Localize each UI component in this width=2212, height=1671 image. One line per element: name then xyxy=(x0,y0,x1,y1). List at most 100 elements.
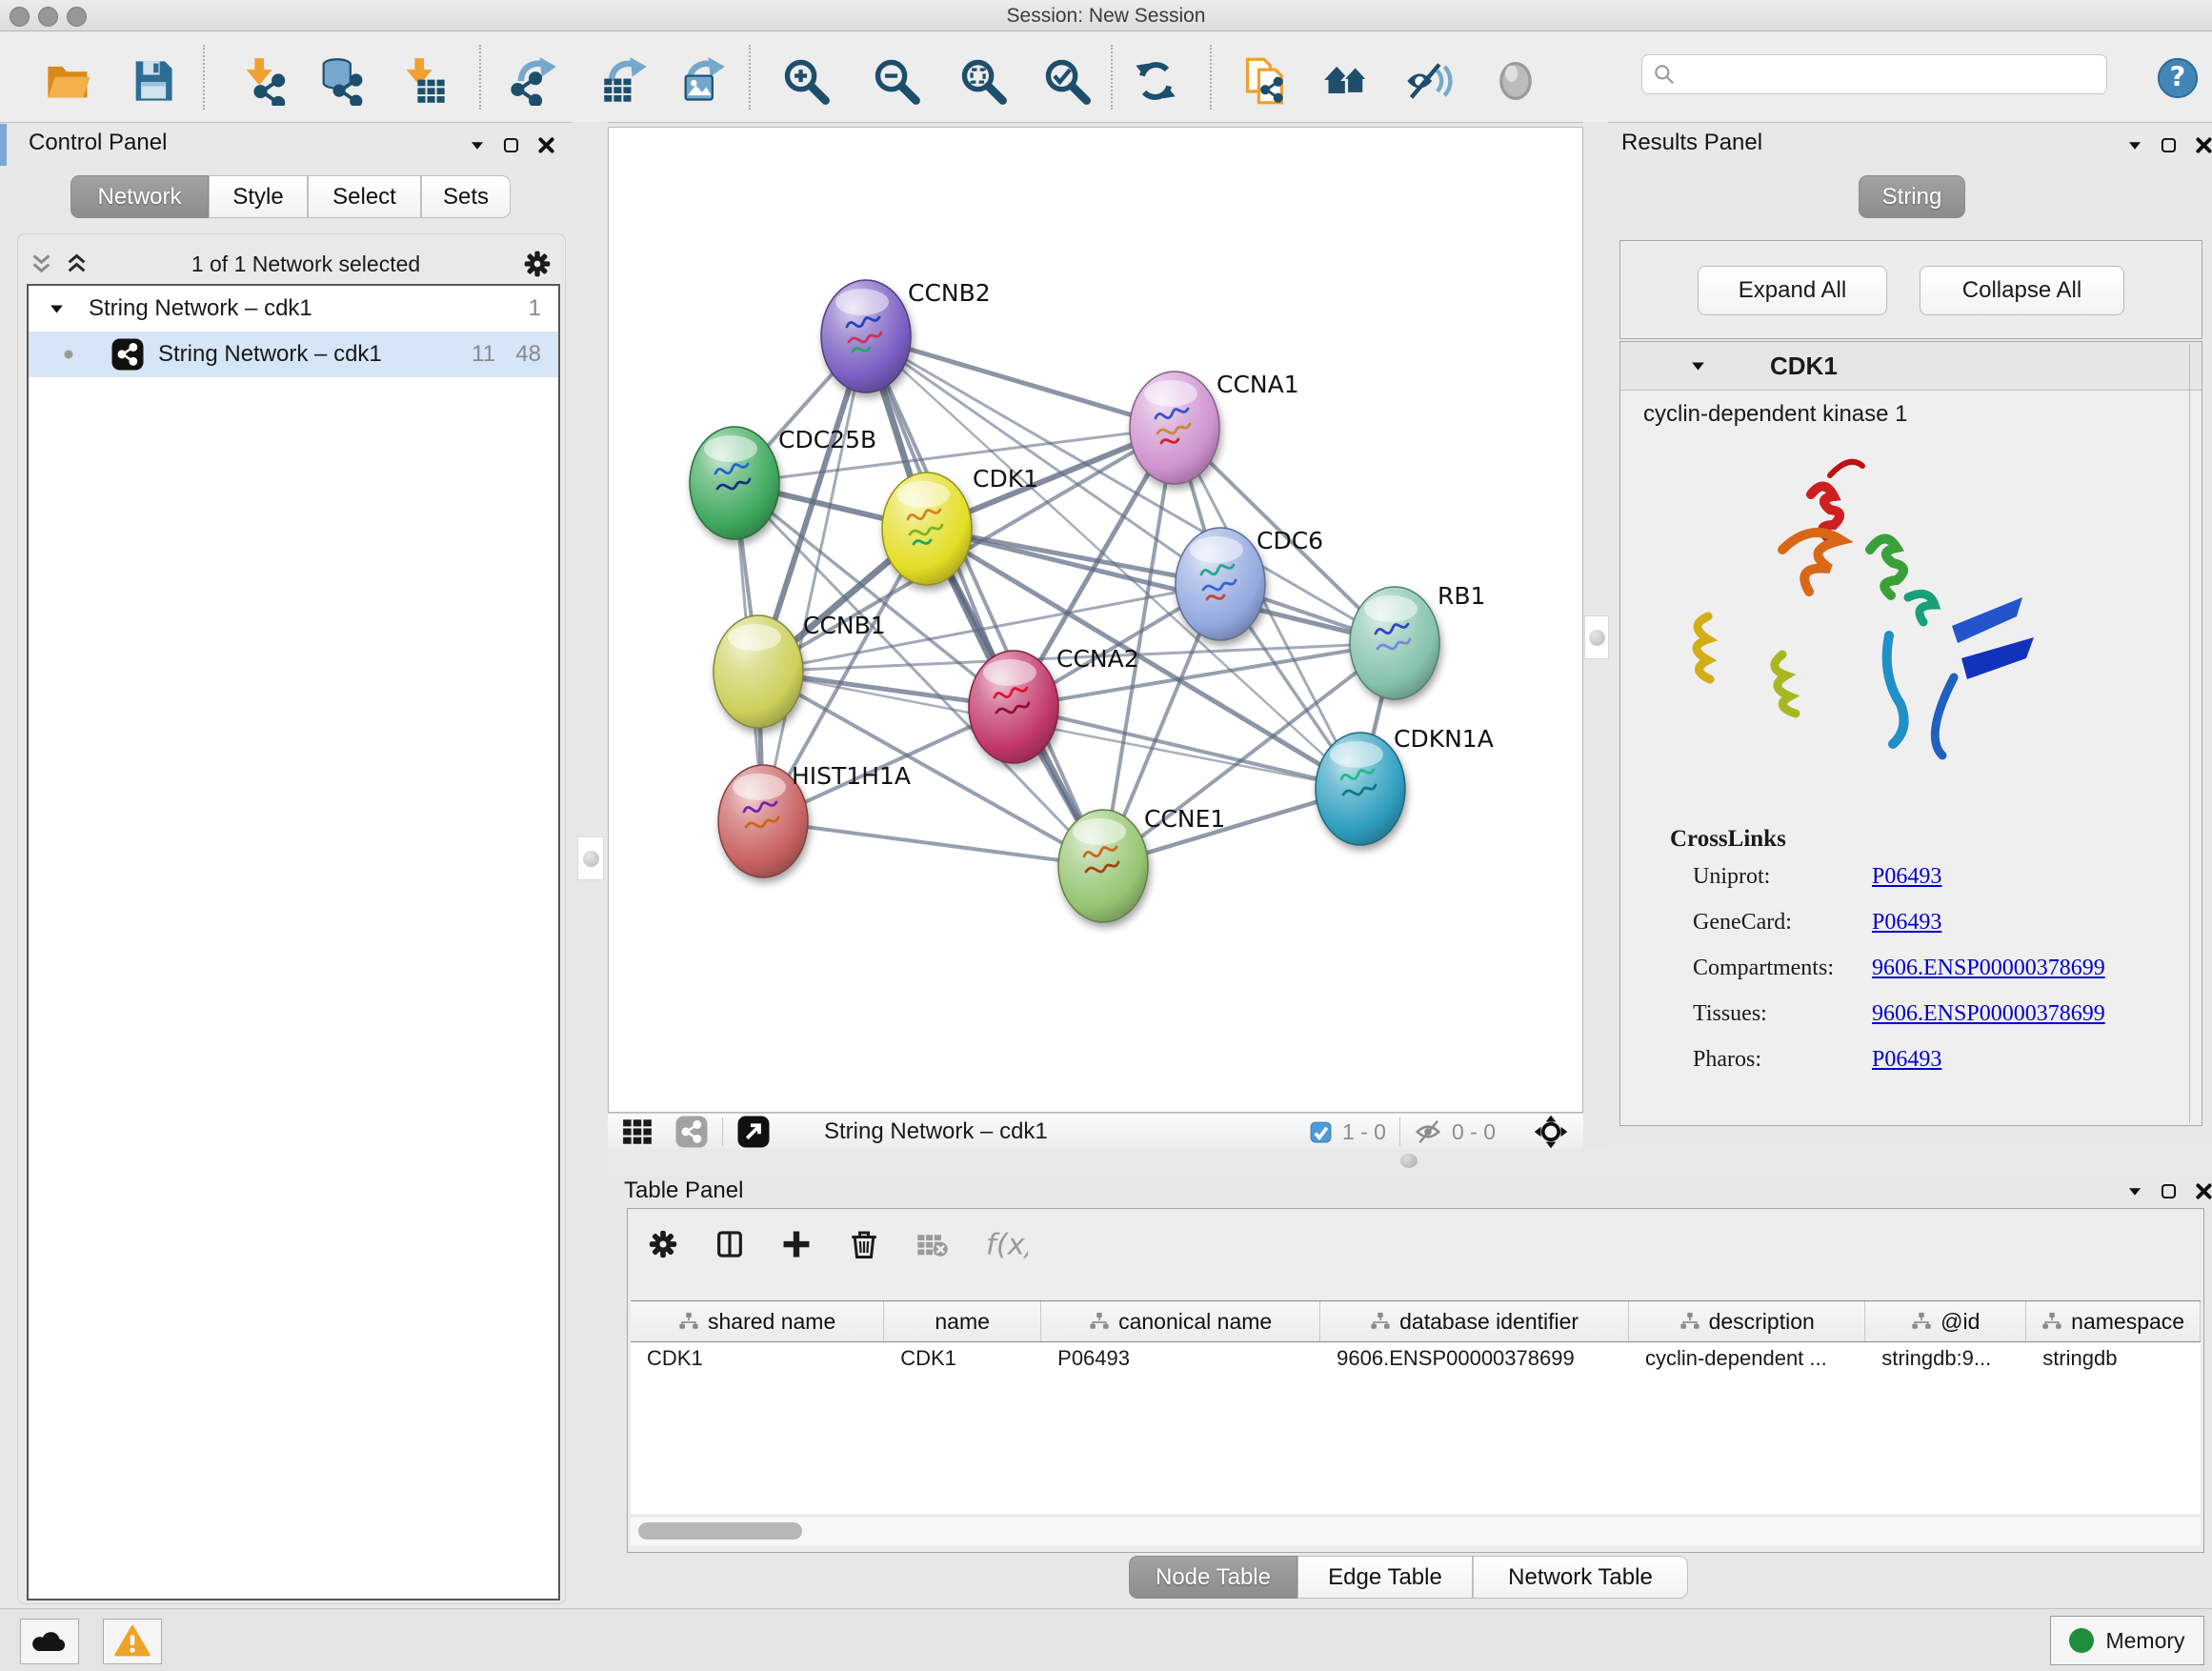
help-button[interactable]: ? xyxy=(2156,56,2200,100)
network-node-CDK1[interactable] xyxy=(882,473,972,585)
zoom-out-icon[interactable] xyxy=(870,54,923,108)
chevrons-up-icon[interactable] xyxy=(64,252,90,277)
eye-gray-icon[interactable] xyxy=(1489,54,1542,108)
import-table-icon[interactable] xyxy=(396,54,450,108)
column-header[interactable]: canonical name xyxy=(1041,1301,1320,1341)
save-icon[interactable] xyxy=(126,54,179,108)
home-icon[interactable] xyxy=(1320,54,1374,108)
network-node-CCNA1[interactable] xyxy=(1130,372,1219,484)
table-del-icon[interactable] xyxy=(915,1227,950,1261)
section-caret-icon[interactable] xyxy=(1689,357,1707,375)
plus-icon[interactable] xyxy=(780,1228,813,1260)
crosslink-link[interactable]: 9606.ENSP00000378699 xyxy=(1872,956,2105,981)
table-cell[interactable]: cyclin-dependent ... xyxy=(1629,1340,1865,1377)
export-image-icon[interactable] xyxy=(675,54,729,108)
network-edge[interactable] xyxy=(1014,707,1360,789)
tab-sets[interactable]: Sets xyxy=(421,175,511,218)
table-cell[interactable]: P06493 xyxy=(1041,1340,1320,1377)
fx-icon[interactable]: f(x) xyxy=(984,1222,1028,1266)
search-input[interactable] xyxy=(1677,62,2090,87)
cloud-button[interactable] xyxy=(20,1619,79,1664)
network-edge[interactable] xyxy=(866,336,1175,428)
close-panel-icon[interactable] xyxy=(2194,135,2212,155)
tab-edge-table[interactable]: Edge Table xyxy=(1297,1556,1473,1599)
memory-button[interactable]: Memory xyxy=(2050,1616,2204,1665)
expand-all-button[interactable]: Expand All xyxy=(1698,266,1887,315)
column-header[interactable]: shared name xyxy=(631,1301,884,1341)
clone-network-icon[interactable] xyxy=(1239,54,1293,108)
import-database-icon[interactable] xyxy=(313,54,367,108)
float-panel-icon[interactable] xyxy=(501,135,521,155)
tab-node-table[interactable]: Node Table xyxy=(1129,1556,1297,1599)
table-cell[interactable]: 9606.ENSP00000378699 xyxy=(1320,1340,1629,1377)
zoom-fit-icon[interactable] xyxy=(956,54,1010,108)
tab-string[interactable]: String xyxy=(1859,175,1965,218)
grid-view-icon[interactable] xyxy=(621,1116,654,1148)
chevrons-down-icon[interactable] xyxy=(29,252,54,277)
column-header[interactable]: description xyxy=(1629,1301,1865,1341)
tab-network-table[interactable]: Network Table xyxy=(1473,1556,1688,1599)
network-node-CCNB1[interactable] xyxy=(714,615,803,728)
hide-eye-icon[interactable] xyxy=(1402,54,1456,108)
trash-icon[interactable] xyxy=(847,1227,881,1261)
scrollbar-thumb[interactable] xyxy=(638,1522,802,1540)
zoom-selected-icon[interactable] xyxy=(1040,54,1094,108)
collapse-all-button[interactable]: Collapse All xyxy=(1920,266,2124,315)
share-view-icon[interactable] xyxy=(674,1115,709,1149)
warnings-button[interactable] xyxy=(103,1619,162,1664)
results-scrollbar[interactable] xyxy=(2189,344,2190,1123)
zoom-in-icon[interactable] xyxy=(779,54,833,108)
left-splitter-handle[interactable] xyxy=(577,836,604,880)
column-header[interactable]: database identifier xyxy=(1320,1301,1629,1341)
open-in-window-icon[interactable] xyxy=(736,1115,771,1149)
close-panel-icon[interactable] xyxy=(2194,1181,2212,1201)
table-cell[interactable]: CDK1 xyxy=(884,1340,1041,1377)
gear-icon[interactable] xyxy=(647,1228,679,1260)
network-edge[interactable] xyxy=(763,821,1103,866)
crosslink-link[interactable]: P06493 xyxy=(1872,864,1941,890)
network-collection-row[interactable]: String Network – cdk1 1 xyxy=(29,286,558,332)
selected-checkbox-icon[interactable] xyxy=(1309,1120,1333,1144)
crosslink-link[interactable]: 9606.ENSP00000378699 xyxy=(1872,1001,2105,1027)
crosshair-icon[interactable] xyxy=(1534,1115,1568,1149)
apply-layout-icon[interactable] xyxy=(1129,54,1182,108)
network-node-CCNB2[interactable] xyxy=(821,280,911,393)
protein-section-header[interactable]: CDK1 xyxy=(1620,342,2202,391)
tab-select[interactable]: Select xyxy=(308,175,421,218)
tree-caret-icon[interactable] xyxy=(48,300,66,318)
network-node-CCNA2[interactable] xyxy=(969,651,1058,763)
network-row-selected[interactable]: String Network – cdk1 11 48 xyxy=(29,332,558,377)
network-node-RB1[interactable] xyxy=(1350,587,1439,699)
columns-icon[interactable] xyxy=(714,1228,746,1260)
network-canvas[interactable]: CCNB2 CCNA1 CDC25B CDK1 CDC6 RB1 CCNB1 C… xyxy=(608,127,1583,1113)
tab-network[interactable]: Network xyxy=(70,175,209,218)
tab-style[interactable]: Style xyxy=(209,175,308,218)
network-edge[interactable] xyxy=(763,336,866,821)
collapse-panel-icon[interactable] xyxy=(469,137,486,154)
table-cell[interactable]: CDK1 xyxy=(631,1340,884,1377)
network-node-CCNE1[interactable] xyxy=(1058,810,1148,922)
right-splitter-handle[interactable] xyxy=(1584,615,1609,659)
export-network-icon[interactable] xyxy=(507,54,560,108)
table-row[interactable]: CDK1CDK1P064939606.ENSP00000378699cyclin… xyxy=(631,1340,2201,1377)
crosslink-link[interactable]: P06493 xyxy=(1872,910,1941,936)
table-cell[interactable]: stringdb:9... xyxy=(1865,1340,2026,1377)
column-header[interactable]: @id xyxy=(1865,1301,2026,1341)
table-h-scrollbar[interactable] xyxy=(631,1516,2201,1545)
network-node-CDKN1A[interactable] xyxy=(1316,733,1405,845)
float-panel-icon[interactable] xyxy=(2159,135,2179,155)
horizontal-splitter[interactable] xyxy=(608,1149,2212,1174)
column-header[interactable]: name xyxy=(884,1301,1041,1341)
gear-icon[interactable] xyxy=(522,249,553,279)
close-panel-icon[interactable] xyxy=(536,135,556,155)
collapse-panel-icon[interactable] xyxy=(2126,137,2143,154)
column-header[interactable]: namespace xyxy=(2026,1301,2201,1341)
search-box[interactable] xyxy=(1641,54,2107,94)
import-network-icon[interactable] xyxy=(236,54,290,108)
export-table-icon[interactable] xyxy=(597,54,651,108)
open-folder-icon[interactable] xyxy=(42,54,95,108)
network-node-CDC6[interactable] xyxy=(1176,528,1265,640)
float-panel-icon[interactable] xyxy=(2159,1181,2179,1201)
collapse-panel-icon[interactable] xyxy=(2126,1183,2143,1200)
crosslink-link[interactable]: P06493 xyxy=(1872,1047,1941,1073)
